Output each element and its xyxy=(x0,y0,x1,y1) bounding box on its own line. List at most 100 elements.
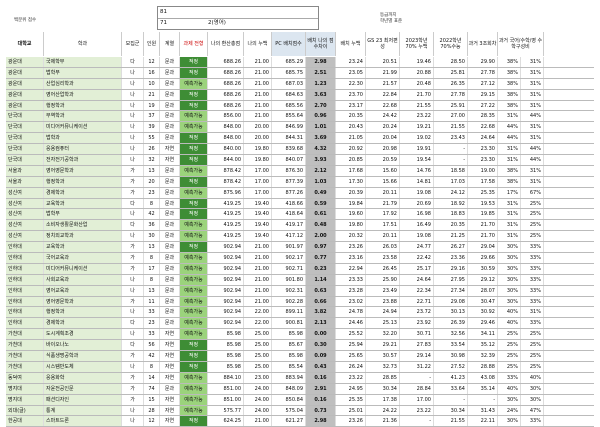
cell-min: 30.57 xyxy=(366,351,400,361)
table-row[interactable]: 광운대 영어산업학과 나 21 문과 적정 688.26 21.00 684.63 3.63 23.… xyxy=(6,89,594,101)
cell-percentile: 17.00 xyxy=(244,187,272,198)
cell-pct-2023: 20.88 xyxy=(400,67,434,78)
table-row[interactable]: 외대(글) 통계 나 28 자연 예측가능 575.77 24.00 575.04 0.73 25.… xyxy=(6,405,594,417)
table-row[interactable]: 가천대 바이오나노 다 56 자연 적정 85.98 25.00 85.67 0.30 25.94 2… xyxy=(6,340,594,352)
cell-pct-2023: 21.55 xyxy=(400,100,434,111)
cell-diff: 2.98 xyxy=(306,416,336,427)
cell-percentile: 22.00 xyxy=(244,307,272,318)
cell-placement: 575.04 xyxy=(272,405,306,416)
cell-quota: 32 xyxy=(144,155,160,165)
cell-ratio-b: 30% xyxy=(521,383,544,394)
table-row[interactable]: 광운대 국제학부 다 12 문과 적정 688.26 21.00 685.29 2.98 23.24… xyxy=(6,57,594,68)
table-row[interactable]: 명지대 자윤전공인문 가 74 문과 예측가능 851.00 24.00 848.09 2.91 2… xyxy=(6,383,594,395)
header-2022: 2022학년 70%수능 xyxy=(434,32,468,56)
cell-past: 23.30 xyxy=(468,144,498,155)
cell-ratio-a: 44% xyxy=(498,122,521,133)
cell-quota: 11 xyxy=(144,296,160,307)
table-row[interactable]: 단국대 미디어커뮤니케이션 나 39 문과 예측가능 848.00 20.00 846.99 1.… xyxy=(6,122,594,134)
table-row[interactable]: 가천대 식품생명공학과 가 42 자연 적정 85.98 25.00 85.98 0.09 25.6… xyxy=(6,351,594,362)
cell-diff: 2.00 xyxy=(306,231,336,242)
table-row[interactable]: 광운대 산업심리학과 나 10 문과 예측가능 688.26 21.00 687.03 1.23 2… xyxy=(6,78,594,90)
table-row[interactable]: 광운대 행정학과 나 19 문과 적정 688.26 21.00 685.56 2.70 23.17… xyxy=(6,100,594,112)
table-row[interactable]: 인하대 영어영문학과 가 11 문과 예측가능 902.94 21.00 902.28 0.66 2… xyxy=(6,296,594,308)
cell-min: 24.22 xyxy=(366,405,400,416)
table-row[interactable]: 인하대 경제학과 다 23 문과 예측가능 902.94 22.00 900.81 2.13 24.… xyxy=(6,318,594,330)
cell-placement-pct: 23.05 xyxy=(336,67,366,78)
cell-placement: 883.94 xyxy=(272,372,306,383)
cell-placement-pct: 23.17 xyxy=(336,100,366,111)
cell-diff: 0.77 xyxy=(306,253,336,263)
header-university: 대학교 xyxy=(6,32,44,56)
cell-pct-2023: 19.91 xyxy=(400,144,434,155)
cell-ratio-a: 30% xyxy=(498,285,521,296)
cell-ratio-b: 31% xyxy=(521,122,544,133)
cell-placement: 899.11 xyxy=(272,307,306,318)
cell-total: 419.25 xyxy=(208,209,244,220)
table-row[interactable]: 성신여 경제학과 가 23 문과 예측가능 875.96 17.00 877.26 0.49 20.… xyxy=(6,187,594,199)
table-row[interactable]: 명지대 패션디자인 가 15 자연 예측가능 851.00 24.00 850.84 0.16 25… xyxy=(6,394,594,406)
table-row[interactable]: 서울과 행정학과 가 20 문과 적정 878.42 17.00 877.39 1.03 17.30… xyxy=(6,176,594,188)
cell-university: 성신여 xyxy=(6,220,44,231)
cell-department: 통계 xyxy=(44,405,122,416)
cell-university: 광운대 xyxy=(6,89,44,100)
cell-department: 영어산업학과 xyxy=(44,89,122,100)
table-row[interactable]: 단국대 전자전기공학과 나 32 자연 적정 844.00 19.80 840.07 3.93 20… xyxy=(6,155,594,166)
cell-department: 시스템반도체 xyxy=(44,361,122,372)
cell-pct-2023: 28.84 xyxy=(400,383,434,394)
table-row[interactable]: 가천대 도시계획조경 나 33 자연 예측가능 85.98 25.00 85.98 0.00 25.… xyxy=(6,329,594,341)
cell-status: 적정 xyxy=(180,57,208,67)
table-row[interactable]: 성신여 법학부 나 42 문과 적정 419.25 19.40 418.64 0.61 19.60 1… xyxy=(6,209,594,221)
cell-pct-2022: 33.54 xyxy=(434,340,468,351)
cell-past: 21.70 xyxy=(468,220,498,231)
cell-university: 서울과 xyxy=(6,165,44,176)
cell-past: 30.92 xyxy=(468,307,498,318)
table-row[interactable]: 인하대 미디어커뮤니케이션 가 17 문과 예측가능 902.94 21.00 902.71 0.… xyxy=(6,263,594,275)
cell-past: 28.07 xyxy=(468,285,498,296)
cell-track: 문과 xyxy=(160,318,180,329)
cell-status: 예측가능 xyxy=(180,122,208,133)
table-row[interactable]: 성신여 소비자생활문화산업 다 36 문과 예측가능 419.25 19.40 419.17 0.… xyxy=(6,220,594,232)
cell-university: 인하대 xyxy=(6,274,44,285)
cell-placement: 900.81 xyxy=(272,318,306,329)
table-row[interactable]: 단국대 법학과 나 55 문과 적정 848.00 20.00 844.31 3.69 21.05 2… xyxy=(6,133,594,145)
score-input-box[interactable]: 81 71 2(영어) xyxy=(157,6,319,30)
cell-placement: 876.30 xyxy=(272,165,306,176)
table-row[interactable]: 단국대 무역학과 나 37 문과 예측가능 856.00 21.00 855.64 0.96 20.… xyxy=(6,111,594,123)
cell-group: 가 xyxy=(122,263,144,274)
table-row[interactable]: 가천대 시스템반도체 나 8 자연 적정 85.98 25.00 85.54 0.43 26.24 3… xyxy=(6,361,594,373)
cell-ratio-b: 31% xyxy=(521,89,544,100)
score-line-2[interactable]: 71 2(영어) xyxy=(158,18,318,29)
cell-ratio-a: 30% xyxy=(498,296,521,307)
cell-pct-2023: 23.92 xyxy=(400,318,434,329)
cell-status: 예측가능 xyxy=(180,285,208,296)
cell-quota: 12 xyxy=(144,416,160,427)
table-row[interactable]: 성신여 정치외교학과 나 30 문과 예측가능 419.25 19.40 417.12 2.00 2… xyxy=(6,231,594,243)
cell-pct-2023: 29.14 xyxy=(400,351,434,361)
cell-min: 20.04 xyxy=(366,133,400,144)
table-row[interactable]: 광운대 법학부 나 16 문과 적정 688.26 21.00 685.75 2.51 23.05 2… xyxy=(6,67,594,79)
table-row[interactable]: 한공대 스마트드론 나 12 자연 적정 624.25 21.00 621.27 2.98 23.2… xyxy=(6,416,594,427)
table-row[interactable]: 인하대 영어교육과 나 13 문과 예측가능 902.94 21.00 902.31 0.63 23… xyxy=(6,285,594,297)
table-row[interactable]: 인하대 교육학과 가 13 문과 적정 902.94 21.00 901.97 0.97 23.26… xyxy=(6,242,594,254)
cell-track: 자연 xyxy=(160,416,180,427)
cell-pct-2022: 18.58 xyxy=(434,165,468,176)
cell-total: 624.25 xyxy=(208,416,244,427)
cell-ratio-b: 33% xyxy=(521,263,544,274)
cell-status: 적정 xyxy=(180,67,208,78)
cell-ratio-b: 25% xyxy=(521,209,544,220)
cell-department: 국어교육과 xyxy=(44,253,122,263)
table-row[interactable]: 동덕여 응용화학 가 14 자연 예측가능 884.10 23.00 883.94 0.16 23.… xyxy=(6,372,594,384)
cell-track: 문과 xyxy=(160,220,180,231)
table-row[interactable]: 인하대 국어교육과 가 8 문과 예측가능 902.94 21.00 902.17 0.77 23.… xyxy=(6,253,594,264)
cell-university: 광운대 xyxy=(6,57,44,67)
table-row[interactable]: 인하대 사회교육과 나 8 문과 예측가능 902.94 21.00 901.80 1.14 23.… xyxy=(6,274,594,286)
cell-status: 예측가능 xyxy=(180,405,208,416)
table-row[interactable]: 인하대 행정학과 나 33 문과 예측가능 902.94 22.00 899.11 3.82 24.… xyxy=(6,307,594,319)
cell-min: 21.79 xyxy=(366,198,400,209)
cell-pct-2022: 32.56 xyxy=(434,329,468,340)
table-row[interactable]: 단국대 응용컴퓨터 나 26 자연 적정 840.00 19.80 839.68 4.32 20.9… xyxy=(6,144,594,156)
table-row[interactable]: 성신여 교육학과 다 8 문과 적정 419.25 19.40 418.66 0.59 19.84 2… xyxy=(6,198,594,210)
cell-placement: 685.75 xyxy=(272,67,306,78)
table-row[interactable]: 서울과 영어영문학과 가 13 문과 예측가능 878.42 17.00 876.30 2.12 1… xyxy=(6,165,594,177)
cell-group: 가 xyxy=(122,176,144,187)
